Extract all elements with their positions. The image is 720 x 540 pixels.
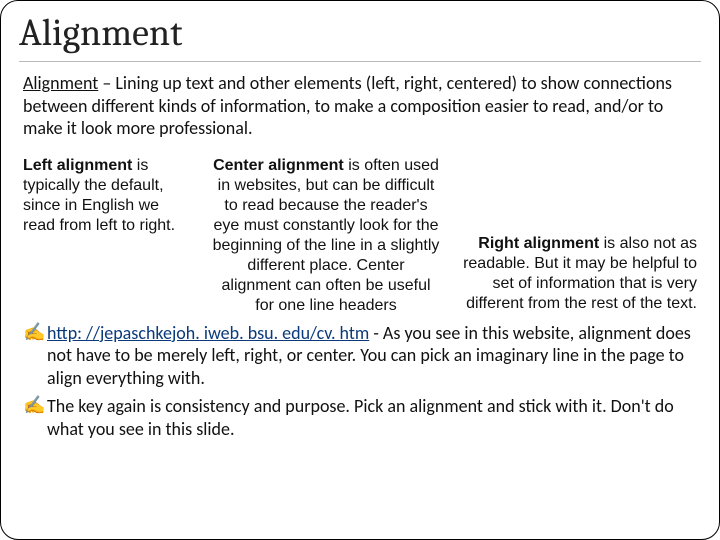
definition-rest: – Lining up text and other elements (lef… xyxy=(23,72,672,139)
hand-script-icon: ✍ xyxy=(23,395,47,440)
right-alignment-inner: Right alignment is also not as readable.… xyxy=(459,234,697,316)
title-divider xyxy=(19,61,701,62)
example-link[interactable]: http: //jepaschkejoh. iweb. bsu. edu/cv.… xyxy=(47,322,369,344)
bullet-list: ✍ http: //jepaschkejoh. iweb. bsu. edu/c… xyxy=(23,322,697,441)
right-alignment-column: Right alignment is also not as readable.… xyxy=(459,154,697,316)
left-alignment-column: Left alignment is typically the default,… xyxy=(23,154,193,316)
center-alignment-column: Center alignment is often used in websit… xyxy=(211,154,441,316)
slide-frame: Alignment Alignment – Lining up text and… xyxy=(0,0,720,540)
bullet-item: ✍ http: //jepaschkejoh. iweb. bsu. edu/c… xyxy=(23,322,697,390)
left-alignment-bold: Left alignment xyxy=(23,157,132,174)
bullet-1-text: The key again is consistency and purpose… xyxy=(47,395,674,440)
center-alignment-bold: Center alignment xyxy=(213,157,344,174)
center-alignment-text: is often used in websites, but can be di… xyxy=(213,157,440,314)
alignment-columns: Left alignment is typically the default,… xyxy=(23,154,697,316)
slide-title: Alignment xyxy=(19,11,701,55)
hand-script-icon: ✍ xyxy=(23,322,47,390)
definition-term: Alignment xyxy=(23,72,98,94)
bullet-body: The key again is consistency and purpose… xyxy=(47,395,697,440)
definition-paragraph: Alignment – Lining up text and other ele… xyxy=(23,72,697,140)
bullet-item: ✍ The key again is consistency and purpo… xyxy=(23,395,697,440)
right-alignment-bold: Right alignment xyxy=(478,235,599,252)
bullet-body: http: //jepaschkejoh. iweb. bsu. edu/cv.… xyxy=(47,322,697,390)
